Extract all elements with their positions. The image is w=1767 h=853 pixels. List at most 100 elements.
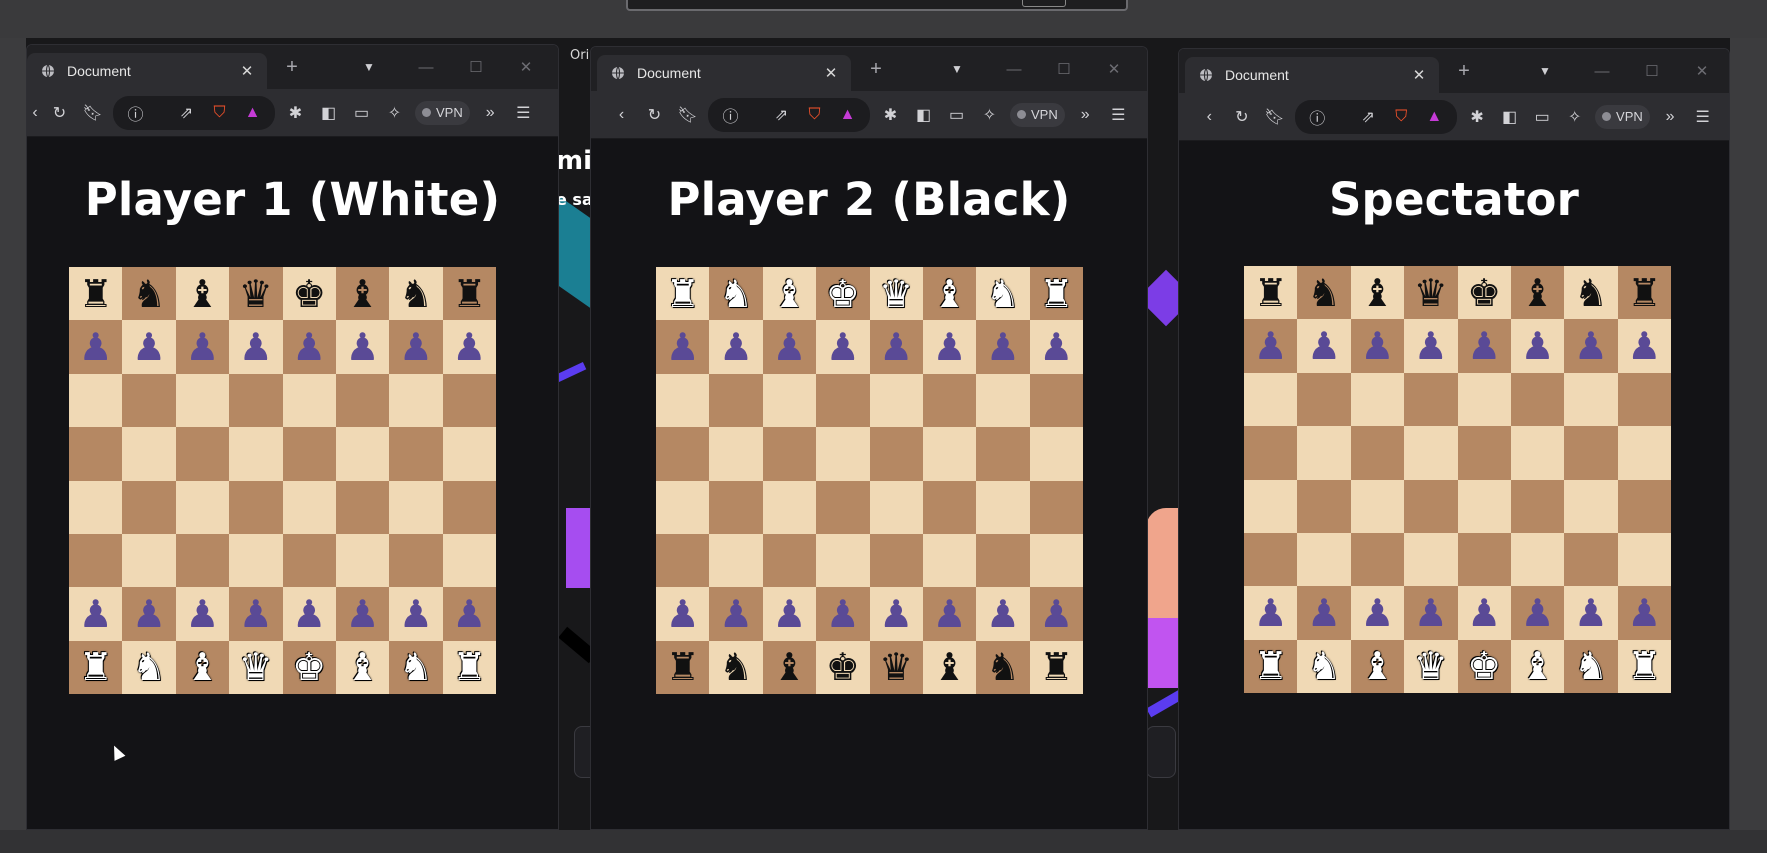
board-square[interactable]: ♚ xyxy=(816,267,870,321)
board-square[interactable] xyxy=(1457,426,1511,480)
brave-rewards-icon[interactable]: ▲ xyxy=(236,97,269,129)
board-square[interactable]: ♞ xyxy=(389,640,443,694)
board-square[interactable]: ♟ xyxy=(335,587,390,641)
board-square[interactable] xyxy=(762,373,817,428)
board-square[interactable]: ♟ xyxy=(442,320,496,374)
board-square[interactable] xyxy=(1404,479,1458,533)
board-square[interactable]: ♚ xyxy=(1457,639,1511,693)
new-tab-icon[interactable]: + xyxy=(281,56,303,79)
black-queen-icon[interactable]: ♛ xyxy=(239,275,273,313)
black-pawn-icon[interactable]: ♟ xyxy=(1254,327,1288,365)
new-tab-icon[interactable]: + xyxy=(865,58,887,81)
board-square[interactable]: ♟ xyxy=(922,587,977,641)
board-square[interactable] xyxy=(816,533,870,588)
white-knight-icon[interactable]: ♞ xyxy=(986,275,1020,313)
board-square[interactable] xyxy=(1404,426,1458,480)
black-bishop-icon[interactable]: ♝ xyxy=(346,275,380,313)
board-square[interactable]: ♝ xyxy=(335,640,390,694)
board-square[interactable] xyxy=(656,533,710,588)
board-square[interactable] xyxy=(1350,479,1405,533)
board-square[interactable]: ♟ xyxy=(1244,319,1298,373)
black-pawn-icon[interactable]: ♟ xyxy=(1307,327,1341,365)
sidebar-icon[interactable]: ◧ xyxy=(312,97,345,129)
sidebar-icon[interactable]: ◧ xyxy=(1493,101,1526,133)
board-square[interactable] xyxy=(976,480,1030,534)
black-pawn-icon[interactable]: ♟ xyxy=(772,595,806,633)
close-tab-icon[interactable]: ✕ xyxy=(823,64,839,82)
address-bar[interactable]: ⓘ ⇗ ⛉ ▲ xyxy=(113,95,275,130)
black-pawn-icon[interactable]: ♟ xyxy=(1521,327,1555,365)
board-square[interactable] xyxy=(1564,532,1618,587)
board-square[interactable]: ♟ xyxy=(1244,586,1298,640)
black-bishop-icon[interactable]: ♝ xyxy=(185,275,219,313)
white-pawn-icon[interactable]: ♟ xyxy=(292,595,326,633)
white-pawn-icon[interactable]: ♟ xyxy=(986,328,1020,366)
board-square[interactable]: ♜ xyxy=(442,267,496,321)
board-square[interactable]: ♜ xyxy=(656,267,710,321)
board-square[interactable] xyxy=(1617,426,1671,480)
board-square[interactable]: ♟ xyxy=(709,320,763,374)
board-square[interactable] xyxy=(1244,479,1298,533)
board-square[interactable]: ♞ xyxy=(1564,266,1618,320)
minimize-icon[interactable]: — xyxy=(401,59,451,76)
board-square[interactable] xyxy=(1350,532,1405,587)
board-square[interactable] xyxy=(869,480,923,534)
black-pawn-icon[interactable]: ♟ xyxy=(452,328,486,366)
black-pawn-icon[interactable]: ♟ xyxy=(719,595,753,633)
black-rook-icon[interactable]: ♜ xyxy=(666,648,700,686)
white-pawn-icon[interactable]: ♟ xyxy=(1414,594,1448,632)
board-square[interactable] xyxy=(1510,372,1565,427)
board-square[interactable] xyxy=(656,480,710,534)
white-queen-icon[interactable]: ♛ xyxy=(239,648,273,686)
bookmark-icon[interactable]: 🔖︎ xyxy=(76,97,109,129)
white-bishop-icon[interactable]: ♝ xyxy=(772,275,806,313)
black-king-icon[interactable]: ♚ xyxy=(292,275,326,313)
board-square[interactable]: ♟ xyxy=(282,587,336,641)
board-square[interactable] xyxy=(922,373,977,428)
chessboard[interactable]: ♜ ♞ ♝ ♛ ♚ ♝ ♞ ♜ ♟ ♟ ♟ ♟ ♟ ♟ ♟ ♟ ♟ ♟ ♟ ♟ ♟ ♟ ♟ ♟ ♜ ♞ ♝ ♛ ♚ ♝ ♞ ♜ xyxy=(69,267,496,694)
board-square[interactable]: ♟ xyxy=(1457,319,1511,373)
board-square[interactable]: ♛ xyxy=(869,267,923,321)
minimize-icon[interactable]: — xyxy=(1577,63,1627,80)
board-square[interactable] xyxy=(1404,532,1458,587)
board-square[interactable]: ♚ xyxy=(282,640,336,694)
white-pawn-icon[interactable]: ♟ xyxy=(879,328,913,366)
brave-rewards-icon[interactable]: ▲ xyxy=(1418,101,1451,133)
board-square[interactable]: ♚ xyxy=(282,267,336,321)
board-square[interactable]: ♜ xyxy=(1029,640,1083,694)
board-square[interactable] xyxy=(656,373,710,428)
board-square[interactable] xyxy=(762,427,817,481)
more-icon[interactable]: » xyxy=(1654,101,1687,133)
board-square[interactable]: ♛ xyxy=(229,267,283,321)
white-pawn-icon[interactable]: ♟ xyxy=(719,328,753,366)
tab-document[interactable]: Document ✕ xyxy=(1185,57,1439,93)
board-square[interactable]: ♟ xyxy=(1617,586,1671,640)
board-square[interactable] xyxy=(762,533,817,588)
white-knight-icon[interactable]: ♞ xyxy=(1574,647,1608,685)
white-bishop-icon[interactable]: ♝ xyxy=(1360,647,1394,685)
black-pawn-icon[interactable]: ♟ xyxy=(879,595,913,633)
board-square[interactable]: ♝ xyxy=(762,640,817,694)
sidebar-icon[interactable]: ◧ xyxy=(907,99,940,131)
wallet-icon[interactable]: ▭ xyxy=(940,99,973,131)
white-pawn-icon[interactable]: ♟ xyxy=(239,595,273,633)
board-square[interactable]: ♟ xyxy=(1350,319,1405,373)
board-square[interactable]: ♛ xyxy=(1404,266,1458,320)
board-square[interactable] xyxy=(122,427,176,481)
board-square[interactable] xyxy=(335,373,390,428)
board-square[interactable] xyxy=(442,533,496,588)
board-square[interactable] xyxy=(922,533,977,588)
black-queen-icon[interactable]: ♛ xyxy=(879,648,913,686)
board-square[interactable]: ♟ xyxy=(869,320,923,374)
white-rook-icon[interactable]: ♜ xyxy=(1039,275,1073,313)
board-square[interactable]: ♟ xyxy=(1297,586,1351,640)
board-square[interactable]: ♜ xyxy=(1029,267,1083,321)
white-pawn-icon[interactable]: ♟ xyxy=(1521,594,1555,632)
tab-document[interactable]: Document ✕ xyxy=(27,53,267,89)
black-pawn-icon[interactable]: ♟ xyxy=(1467,327,1501,365)
board-square[interactable]: ♞ xyxy=(1297,266,1351,320)
board-square[interactable]: ♞ xyxy=(122,640,176,694)
back-icon[interactable]: ‹ xyxy=(605,99,638,131)
black-knight-icon[interactable]: ♞ xyxy=(1574,274,1608,312)
black-pawn-icon[interactable]: ♟ xyxy=(666,595,700,633)
